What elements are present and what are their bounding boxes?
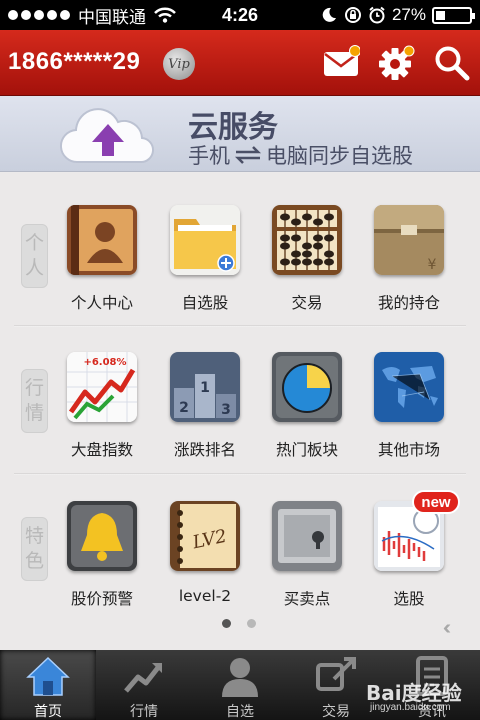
app-header: 1866*****29 Vip xyxy=(0,30,480,96)
abacus-icon xyxy=(272,205,342,275)
cloud-sync-banner[interactable]: 云服务 手机 电脑同步自选股 xyxy=(0,96,480,172)
new-badge: new xyxy=(412,490,460,514)
tile-hot-sectors[interactable]: 热门板块 xyxy=(257,352,357,460)
tile-label: level-2 xyxy=(178,587,232,605)
tile-label: 我的持仓 xyxy=(377,294,440,312)
tile-label: 交易 xyxy=(291,294,323,312)
svg-text:3: 3 xyxy=(221,402,231,418)
banner-sub-pc: 电脑同步自选股 xyxy=(266,144,413,168)
section-divider xyxy=(14,325,466,327)
podium-icon: 2 1 3 xyxy=(170,352,240,422)
tile-stock-picker[interactable]: 选股 xyxy=(359,501,459,609)
notebook-icon: LV2 xyxy=(170,501,240,571)
banner-sub-phone: 手机 xyxy=(188,144,230,168)
tile-ranking[interactable]: 2 1 3 涨跌排名 xyxy=(155,352,255,460)
page-dot[interactable] xyxy=(247,619,256,628)
tile-other-markets[interactable]: 其他市场 xyxy=(359,352,459,460)
tile-my-holdings[interactable]: ¥ 我的持仓 xyxy=(359,205,459,313)
tile-level2[interactable]: LV2 level-2 xyxy=(155,501,255,605)
cloud-upload-icon xyxy=(60,108,154,164)
index-change-text: +6.08% xyxy=(83,357,126,368)
folder-icon xyxy=(170,205,240,275)
alarm-icon xyxy=(369,6,385,24)
tile-label: 股价预警 xyxy=(70,590,133,608)
mail-icon[interactable] xyxy=(322,44,360,82)
safe-box-icon: ¥ xyxy=(374,205,444,275)
vip-badge[interactable]: Vip xyxy=(163,48,195,80)
home-icon xyxy=(26,656,70,696)
tile-buy-sell-points[interactable]: 买卖点 xyxy=(257,501,357,609)
rotation-lock-icon xyxy=(344,7,361,23)
world-map-icon xyxy=(374,352,444,422)
section-label-market: 行情 xyxy=(21,369,48,433)
page-dot[interactable] xyxy=(222,619,231,628)
tab-watchlist[interactable]: 自选 xyxy=(192,650,288,720)
yen-mark: ¥ xyxy=(428,257,437,273)
trend-up-icon xyxy=(124,663,162,693)
carrier-name: 中国联通 xyxy=(78,7,146,28)
tile-personal-center[interactable]: 个人中心 xyxy=(52,205,152,313)
section-label-personal: 个人 xyxy=(21,224,48,288)
search-icon[interactable] xyxy=(433,44,471,82)
tab-label: 自选 xyxy=(226,704,254,720)
tile-watchlist[interactable]: 自选股 xyxy=(155,205,255,313)
index-chart-icon: +6.08% xyxy=(67,352,137,422)
vault-icon xyxy=(272,501,342,571)
tab-home[interactable]: 首页 xyxy=(0,650,96,720)
exchange-arrows-icon xyxy=(316,657,356,691)
contacts-book-icon xyxy=(67,205,137,275)
tile-label: 买卖点 xyxy=(283,590,331,608)
page-indicator[interactable] xyxy=(222,619,256,628)
bell-icon xyxy=(67,501,137,571)
tile-label: 自选股 xyxy=(181,294,229,312)
tile-label: 大盘指数 xyxy=(70,441,133,459)
new-badge-text: new xyxy=(421,494,451,511)
tile-label: 其他市场 xyxy=(377,441,440,459)
battery-percent: 27% xyxy=(391,5,426,24)
tile-label: 选股 xyxy=(393,590,425,608)
account-phone[interactable]: 1866*****29 xyxy=(8,48,140,76)
baidu-watermark-url: jingyan.baidu.com xyxy=(370,702,451,713)
tile-trade[interactable]: 交易 xyxy=(257,205,357,313)
tab-label: 行情 xyxy=(130,704,158,720)
tab-label: 首页 xyxy=(34,704,62,720)
section-label-features: 特色 xyxy=(21,517,48,581)
gear-icon[interactable] xyxy=(377,44,415,82)
section-divider xyxy=(14,473,466,475)
tile-market-index[interactable]: +6.08% 大盘指数 xyxy=(52,352,152,460)
status-bar: 中国联通 4:26 27% xyxy=(0,0,480,30)
tile-label: 涨跌排名 xyxy=(173,441,236,459)
banner-subtitle: 手机 电脑同步自选股 xyxy=(188,140,413,170)
signal-strength-icon xyxy=(8,10,70,20)
user-icon xyxy=(222,658,258,697)
battery-icon xyxy=(432,6,475,24)
tab-market[interactable]: 行情 xyxy=(96,650,192,720)
double-chevron-left-icon[interactable]: ‹‹‹ xyxy=(443,617,451,640)
svg-text:1: 1 xyxy=(200,380,210,396)
tile-label: 热门板块 xyxy=(275,441,338,459)
moon-icon xyxy=(322,7,336,22)
svg-text:2: 2 xyxy=(179,400,189,416)
tile-label: 个人中心 xyxy=(70,294,133,312)
wifi-icon xyxy=(154,7,176,23)
sync-arrows-icon xyxy=(234,146,262,164)
tile-price-alert[interactable]: 股价预警 xyxy=(52,501,152,609)
pie-chart-icon xyxy=(272,352,342,422)
